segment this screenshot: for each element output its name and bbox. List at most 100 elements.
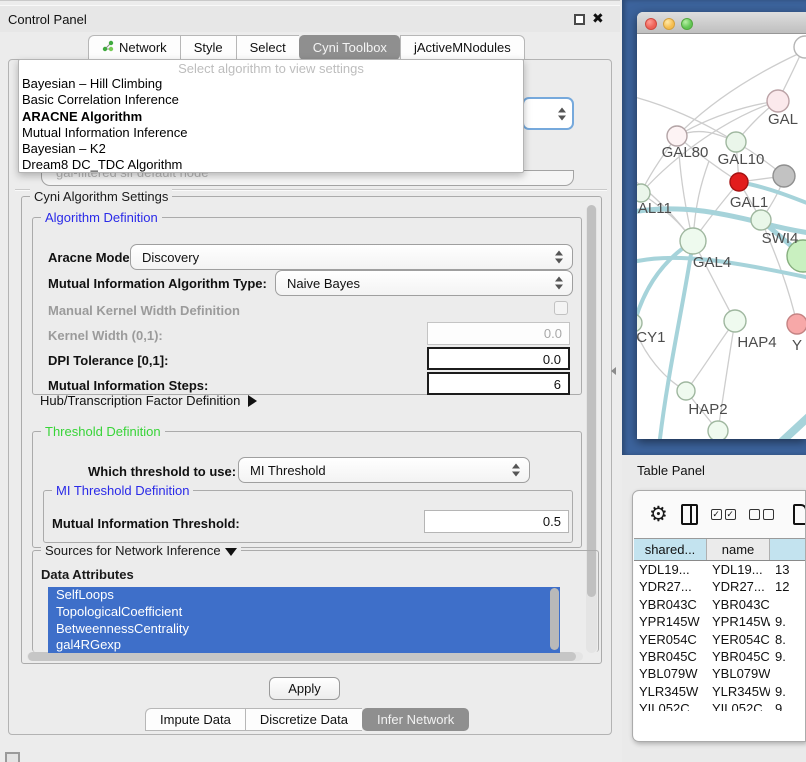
mi-steps-field[interactable]: 6	[427, 372, 570, 395]
data-attributes-list[interactable]: SelfLoopsTopologicalCoefficientBetweenne…	[48, 587, 560, 653]
attribute-item[interactable]: TopologicalCoefficient	[48, 604, 560, 621]
threshold-definition-group: Threshold Definition Which threshold to …	[32, 431, 582, 548]
scrollbar-thumb[interactable]	[28, 652, 576, 661]
combo-stepper-icon	[512, 464, 520, 477]
which-threshold-combobox[interactable]: MI Threshold	[238, 457, 530, 483]
table-row[interactable]: YBR045CYBR045C9.	[634, 648, 806, 665]
column-header-name[interactable]: name	[707, 539, 770, 560]
node-hap4[interactable]	[724, 310, 746, 332]
table-row[interactable]: YBR043CYBR043C	[634, 596, 806, 613]
tab-discretize-data[interactable]: Discretize Data	[245, 708, 362, 731]
table-row[interactable]: YPR145WYPR145W9.	[634, 613, 806, 630]
dropdown-item[interactable]: Mutual Information Inference	[19, 125, 523, 141]
network-view-window[interactable]: GALGAL80GAL10GAL1GAL11SWI4GAL4GCY1HAP4YH…	[637, 12, 806, 439]
node-y[interactable]	[787, 314, 806, 334]
dropdown-item[interactable]: Basic Correlation Inference	[19, 92, 523, 108]
combo-stepper-icon	[558, 107, 566, 120]
node-label-y: Y	[792, 337, 802, 354]
tab-style[interactable]: Style	[180, 35, 236, 60]
table-cell: YLR345W	[634, 683, 707, 700]
table-cell: YBR045C	[634, 648, 707, 665]
table-cell: YDL19...	[707, 561, 770, 578]
mi-threshold-definition-group: MI Threshold Definition Mutual Informati…	[43, 490, 573, 543]
node[interactable]	[773, 165, 795, 187]
which-threshold-value: MI Threshold	[250, 463, 326, 478]
apply-button[interactable]: Apply	[269, 677, 340, 700]
select-all-checkboxes-icon[interactable]: ✓✓	[711, 509, 736, 520]
dropdown-item[interactable]: Bayesian – K2	[19, 141, 523, 157]
dpi-tolerance-label: DPI Tolerance [0,1]:	[48, 353, 168, 368]
scrollbar-thumb[interactable]	[587, 205, 596, 597]
kernel-width-field[interactable]: 0.0	[427, 322, 570, 345]
attribute-item[interactable]: BetweennessCentrality	[48, 621, 560, 638]
table-cell: YBR043C	[707, 596, 770, 613]
table-row[interactable]: YIL052CYIL052C9.	[634, 700, 806, 711]
node-hap2[interactable]	[677, 382, 695, 400]
table-row[interactable]: YBL079WYBL079W	[634, 665, 806, 682]
aracne-mode-combobox[interactable]: Discovery	[130, 244, 573, 270]
zoom-traffic-icon[interactable]	[681, 18, 693, 30]
sources-group-title[interactable]: Sources for Network Inference	[41, 543, 241, 558]
column-header-shared...[interactable]: shared...	[634, 539, 707, 560]
node-gal10[interactable]	[726, 132, 746, 152]
node-gal80[interactable]	[667, 126, 687, 146]
table-cell: YIL052C	[634, 700, 707, 711]
sources-group: Sources for Network Inference Data Attri…	[32, 550, 599, 652]
manual-kernel-checkbox[interactable]	[554, 301, 568, 315]
dropdown-item[interactable]: Bayesian – Hill Climbing	[19, 76, 523, 92]
node-label-swi4: SWI4	[762, 230, 799, 247]
dropdown-item[interactable]: Dream8 DC_TDC Algorithm	[19, 157, 523, 173]
tab-infer-network[interactable]: Infer Network	[362, 708, 469, 731]
table-row[interactable]: YER054CYER054C8.	[634, 631, 806, 648]
network-window-titlebar[interactable]	[637, 12, 806, 34]
gear-icon[interactable]: ⚙	[649, 504, 668, 525]
tab-select[interactable]: Select	[236, 35, 299, 60]
hub-definition-expander[interactable]: Hub/Transcription Factor Definition	[40, 393, 257, 408]
table-row[interactable]: YLR345WYLR345W9.	[634, 683, 806, 700]
restore-panel-icon[interactable]	[5, 752, 20, 762]
table-cell: YER054C	[707, 631, 770, 648]
node-gal[interactable]	[767, 90, 789, 112]
divider-collapse-icon[interactable]	[611, 367, 616, 375]
table-row[interactable]: YDL19...YDL19...13	[634, 561, 806, 578]
mi-type-combobox[interactable]: Naive Bayes	[275, 270, 573, 296]
close-icon[interactable]: ✖	[592, 10, 604, 27]
app-root: { "control_panel": { "title": "Control P…	[0, 0, 806, 762]
attribute-item[interactable]: gal4RGexp	[48, 637, 560, 653]
table-row[interactable]: YDR27...YDR27...12	[634, 578, 806, 595]
node-label-gal1: GAL1	[730, 194, 768, 211]
table-body: YDL19...YDL19...13YDR27...YDR27...12YBR0…	[634, 561, 806, 711]
inference-algorithm-combobox-edge[interactable]	[522, 97, 574, 130]
table-cell: 12	[770, 578, 806, 595]
node-gal4[interactable]	[680, 228, 706, 254]
node-swi4[interactable]	[751, 210, 771, 230]
tab-jactivemnodules[interactable]: jActiveMNodules	[400, 35, 525, 60]
table-cell: YIL052C	[707, 700, 770, 711]
mi-threshold-field[interactable]: 0.5	[424, 510, 569, 533]
deselect-all-checkboxes-icon[interactable]	[749, 509, 774, 520]
dropdown-item[interactable]: ARACNE Algorithm	[19, 109, 523, 125]
list-scrollbar[interactable]	[550, 588, 559, 650]
tab-impute-data[interactable]: Impute Data	[145, 708, 245, 731]
dropdown-items: Bayesian – Hill ClimbingBasic Correlatio…	[19, 76, 523, 174]
document-icon[interactable]	[793, 504, 806, 525]
minimize-traffic-icon[interactable]	[663, 18, 675, 30]
table-cell	[770, 596, 806, 613]
algorithm-definition-title: Algorithm Definition	[41, 210, 162, 225]
tab-network[interactable]: Network	[88, 35, 180, 60]
columns-icon[interactable]	[681, 504, 698, 525]
node[interactable]	[708, 421, 728, 439]
combo-stepper-icon	[555, 277, 563, 290]
table-cell: YDR27...	[634, 578, 707, 595]
column-header-extra[interactable]	[770, 539, 806, 560]
node-gal1[interactable]	[730, 173, 748, 191]
table-cell: 9.	[770, 648, 806, 665]
dpi-tolerance-field[interactable]: 0.0	[427, 347, 570, 370]
settings-group-title: Cyni Algorithm Settings	[30, 189, 172, 204]
settings-horizontal-scrollbar[interactable]	[27, 652, 583, 661]
network-canvas[interactable]: GALGAL80GAL10GAL1GAL11SWI4GAL4GCY1HAP4YH…	[637, 35, 806, 439]
tab-cyni-toolbox[interactable]: Cyni Toolbox	[299, 35, 400, 60]
float-window-icon[interactable]	[574, 14, 585, 25]
close-traffic-icon[interactable]	[645, 18, 657, 30]
attribute-item[interactable]: SelfLoops	[48, 587, 560, 604]
